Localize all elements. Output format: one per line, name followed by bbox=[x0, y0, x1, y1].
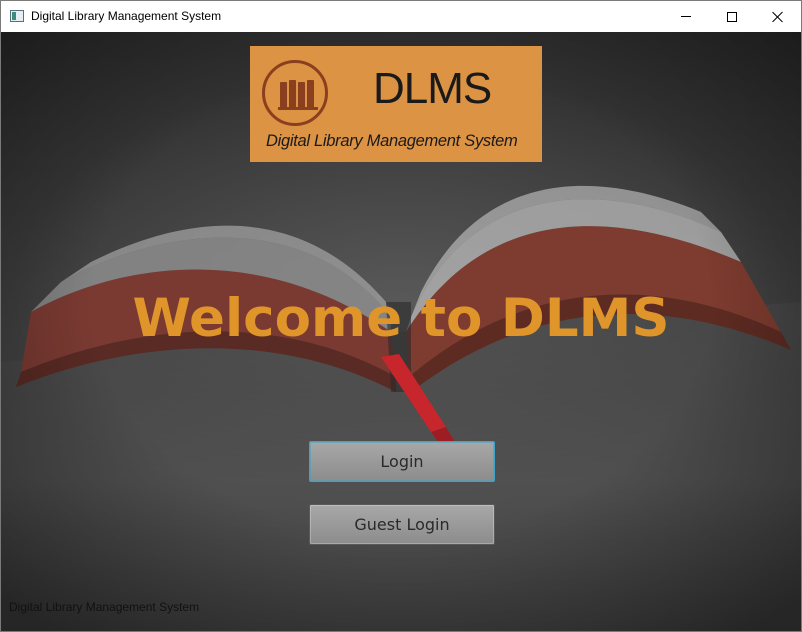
app-icon bbox=[10, 10, 24, 22]
books-circle-icon bbox=[278, 80, 318, 110]
footer-label: Digital Library Management System bbox=[9, 600, 200, 614]
window-title: Digital Library Management System bbox=[31, 9, 222, 23]
welcome-heading: Welcome to DLMS bbox=[132, 288, 670, 349]
guest-login-button[interactable]: Guest Login bbox=[309, 504, 495, 545]
title-bar[interactable]: Digital Library Management System bbox=[1, 1, 801, 32]
app-window: Digital Library Management System DLMS D… bbox=[0, 0, 802, 632]
logo-subtitle: Digital Library Management System bbox=[266, 132, 518, 150]
maximize-icon bbox=[727, 11, 737, 22]
logo-title: DLMS bbox=[373, 64, 492, 113]
minimize-button[interactable] bbox=[663, 1, 709, 32]
maximize-button[interactable] bbox=[709, 1, 755, 32]
main-content: DLMS Digital Library Management System W… bbox=[1, 32, 801, 631]
dlms-logo: DLMS Digital Library Management System bbox=[250, 46, 542, 162]
login-button[interactable]: Login bbox=[309, 441, 495, 482]
close-button[interactable] bbox=[755, 1, 801, 32]
minimize-icon bbox=[681, 16, 691, 17]
close-icon bbox=[772, 11, 784, 23]
